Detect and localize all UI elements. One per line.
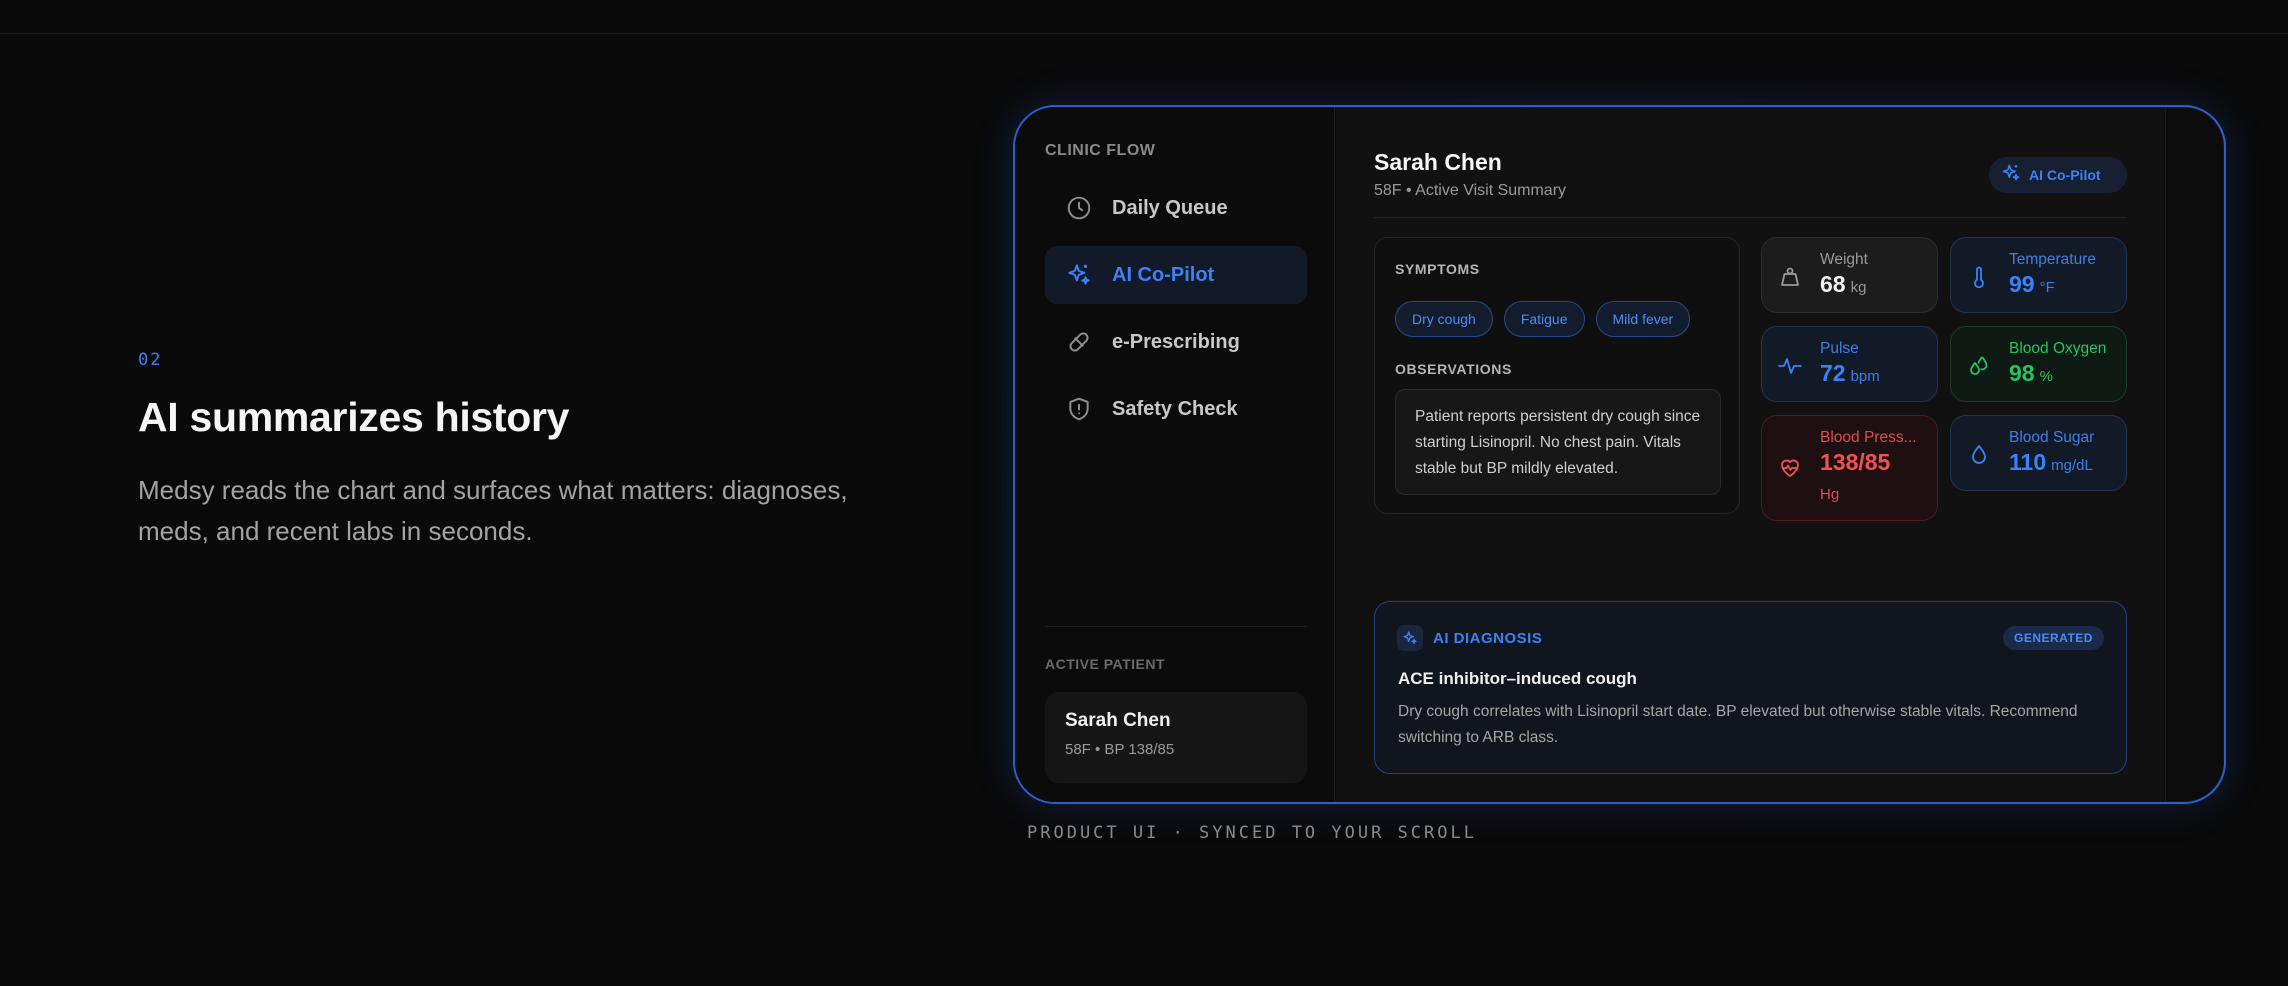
vital-temperature: Temperature 99 °F bbox=[1950, 237, 2127, 313]
ai-diagnosis-card: AI DIAGNOSIS GENERATED ACE inhibitor–ind… bbox=[1374, 601, 2127, 774]
vital-unit: bpm bbox=[1850, 368, 1880, 385]
sidebar-item-safety-check[interactable]: Safety Check bbox=[1045, 380, 1307, 438]
diagnosis-name: ACE inhibitor–induced cough bbox=[1398, 669, 1637, 688]
vital-value: 110 bbox=[2009, 449, 2047, 475]
sidebar: CLINIC FLOW Daily Queue AI Co-Pilot e-Pr… bbox=[1015, 107, 1335, 802]
sidebar-item-ai-co-pilot[interactable]: AI Co-Pilot bbox=[1045, 246, 1307, 304]
vital-label: Blood Press... bbox=[1820, 429, 1917, 446]
vital-label: Blood Oxygen bbox=[2009, 340, 2107, 357]
section-description: Medsy reads the chart and surfaces what … bbox=[138, 475, 848, 546]
pulse-icon bbox=[1776, 354, 1804, 388]
vital-label: Blood Sugar bbox=[2009, 429, 2095, 446]
section-headline: AI summarizes history bbox=[138, 394, 570, 440]
symptom-chip[interactable]: Fatigue bbox=[1503, 301, 1585, 337]
sidebar-title: CLINIC FLOW bbox=[1045, 142, 1156, 159]
shield-alert-icon bbox=[1065, 395, 1093, 423]
vital-blood-oxygen: Blood Oxygen 98% bbox=[1950, 326, 2127, 402]
vital-blood-sugar: Blood Sugar 110 mg/dL bbox=[1950, 415, 2127, 491]
active-patient-name: Sarah Chen bbox=[1065, 710, 1171, 731]
ai-co-pilot-button[interactable]: AI Co-Pilot bbox=[1989, 157, 2127, 193]
sidebar-item-label: Safety Check bbox=[1112, 397, 1238, 420]
symptom-chip[interactable]: Mild fever bbox=[1595, 301, 1691, 337]
vital-unit: °F bbox=[2039, 279, 2055, 296]
ai-co-pilot-label: AI Co-Pilot bbox=[2029, 167, 2101, 183]
vital-weight: Weight 68 kg bbox=[1761, 237, 1938, 313]
active-patient-card[interactable]: Sarah Chen 58F • BP 138/85 bbox=[1045, 692, 1307, 783]
vital-label: Temperature bbox=[2009, 251, 2097, 268]
sidebar-item-daily-queue[interactable]: Daily Queue bbox=[1045, 179, 1307, 237]
visit-summary-panel: Sarah Chen 58F • Active Visit Summary AI… bbox=[1336, 107, 2166, 802]
sidebar-nav: Daily Queue AI Co-Pilot e-Prescribing Sa… bbox=[1045, 179, 1307, 447]
droplets-icon bbox=[1965, 354, 1993, 388]
vital-unit: mg/dL bbox=[2051, 457, 2093, 474]
top-divider bbox=[0, 33, 2288, 34]
generated-badge: GENERATED bbox=[2003, 626, 2104, 650]
vital-label: Weight bbox=[1820, 251, 1868, 268]
product-ui-frame: CLINIC FLOW Daily Queue AI Co-Pilot e-Pr… bbox=[1013, 105, 2226, 804]
symptoms-card: SYMPTOMS Dry cough Fatigue Mild fever OB… bbox=[1374, 237, 1740, 514]
vital-value: 68 bbox=[1820, 271, 1846, 297]
sidebar-item-e-prescribing[interactable]: e-Prescribing bbox=[1045, 313, 1307, 371]
active-patient-meta: 58F • BP 138/85 bbox=[1065, 741, 1175, 758]
symptom-chips: Dry cough Fatigue Mild fever bbox=[1395, 301, 1691, 337]
symptoms-title: SYMPTOMS bbox=[1395, 261, 1480, 277]
vital-blood-pressure: Blood Press... 138/85 Hg bbox=[1761, 415, 1938, 521]
ai-diagnosis-title: AI DIAGNOSIS bbox=[1433, 630, 1543, 647]
heart-pulse-icon bbox=[1776, 456, 1804, 507]
droplet-icon bbox=[1965, 443, 1993, 477]
step-number: 02 bbox=[138, 350, 163, 370]
sidebar-item-label: Daily Queue bbox=[1112, 196, 1228, 219]
caption: PRODUCT UI · SYNCED TO YOUR SCROLL bbox=[1027, 823, 1477, 843]
sidebar-divider bbox=[1045, 626, 1307, 627]
diagnosis-body: Dry cough correlates with Lisinopril sta… bbox=[1398, 703, 2078, 746]
pill-icon bbox=[1065, 328, 1093, 356]
vital-value: 99 bbox=[2009, 271, 2035, 297]
weight-icon bbox=[1776, 265, 1804, 299]
vital-value: 72 bbox=[1820, 360, 1846, 386]
active-patient-title: ACTIVE PATIENT bbox=[1045, 656, 1166, 672]
vital-unit: kg bbox=[1850, 279, 1867, 296]
patient-subtitle: 58F • Active Visit Summary bbox=[1374, 182, 1567, 199]
sidebar-item-label: AI Co-Pilot bbox=[1112, 263, 1215, 286]
clock-icon bbox=[1065, 194, 1093, 222]
vital-unit: % bbox=[2039, 368, 2053, 385]
sidebar-item-label: e-Prescribing bbox=[1112, 330, 1240, 353]
vital-unit: Hg bbox=[1820, 486, 1840, 503]
vital-value: 98 bbox=[2009, 360, 2035, 386]
vital-label: Pulse bbox=[1820, 340, 1859, 357]
thermometer-icon bbox=[1965, 265, 1993, 299]
sparkles-icon bbox=[2001, 163, 2021, 188]
patient-name: Sarah Chen bbox=[1374, 149, 1502, 175]
vital-value: 138/85 bbox=[1820, 449, 1891, 475]
observations-title: OBSERVATIONS bbox=[1395, 361, 1512, 377]
sparkles-icon bbox=[1065, 261, 1093, 289]
sparkles-icon bbox=[1397, 625, 1423, 651]
observations-text: Patient reports persistent dry cough sin… bbox=[1395, 389, 1721, 495]
vital-pulse: Pulse 72 bpm bbox=[1761, 326, 1938, 402]
header-divider bbox=[1374, 217, 2127, 218]
symptom-chip[interactable]: Dry cough bbox=[1395, 301, 1493, 337]
